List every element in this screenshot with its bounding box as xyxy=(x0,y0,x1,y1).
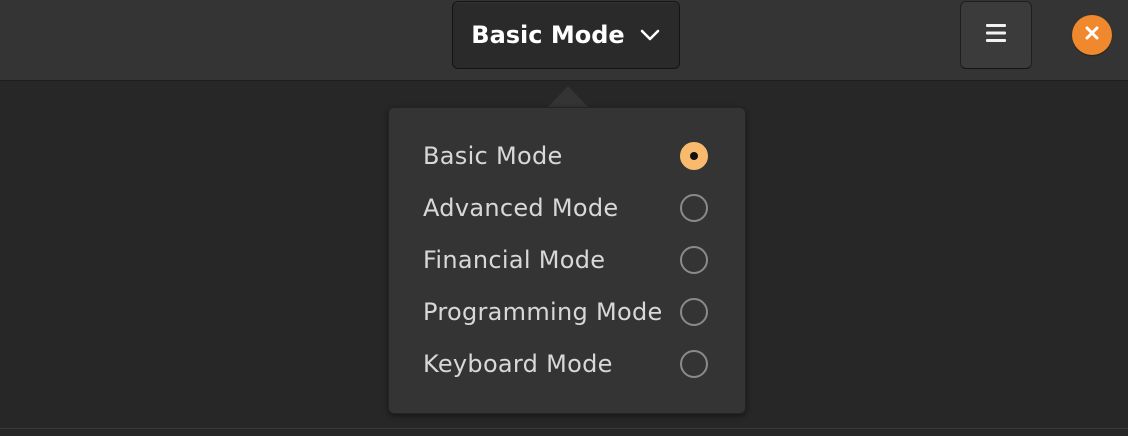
close-button[interactable] xyxy=(1072,15,1112,55)
mode-option-label: Basic Mode xyxy=(423,142,563,170)
mode-radio-basic[interactable] xyxy=(680,142,708,170)
header-bar: Basic Mode xyxy=(0,0,1128,81)
mode-option-label: Advanced Mode xyxy=(423,194,619,222)
popover-arrow xyxy=(547,86,589,108)
chevron-down-icon xyxy=(639,24,661,46)
mode-option-basic[interactable]: Basic Mode xyxy=(389,132,745,184)
mode-option-label: Keyboard Mode xyxy=(423,350,613,378)
mode-selector-label: Basic Mode xyxy=(471,21,625,49)
mode-option-advanced[interactable]: Advanced Mode xyxy=(389,184,745,236)
mode-radio-keyboard[interactable] xyxy=(680,350,708,378)
mode-option-label: Programming Mode xyxy=(423,298,663,326)
hamburger-menu-icon xyxy=(985,22,1007,48)
mode-option-keyboard[interactable]: Keyboard Mode xyxy=(389,340,745,392)
divider xyxy=(0,428,1128,429)
main-menu-button[interactable] xyxy=(960,1,1032,69)
mode-option-label: Financial Mode xyxy=(423,246,606,274)
mode-menu-popover: Basic Mode Advanced Mode Financial Mode … xyxy=(388,107,746,414)
mode-option-financial[interactable]: Financial Mode xyxy=(389,236,745,288)
mode-selector-button[interactable]: Basic Mode xyxy=(452,1,680,69)
close-icon xyxy=(1083,24,1101,46)
mode-radio-advanced[interactable] xyxy=(680,194,708,222)
mode-option-programming[interactable]: Programming Mode xyxy=(389,288,745,340)
mode-radio-programming[interactable] xyxy=(680,298,708,326)
mode-radio-financial[interactable] xyxy=(680,246,708,274)
